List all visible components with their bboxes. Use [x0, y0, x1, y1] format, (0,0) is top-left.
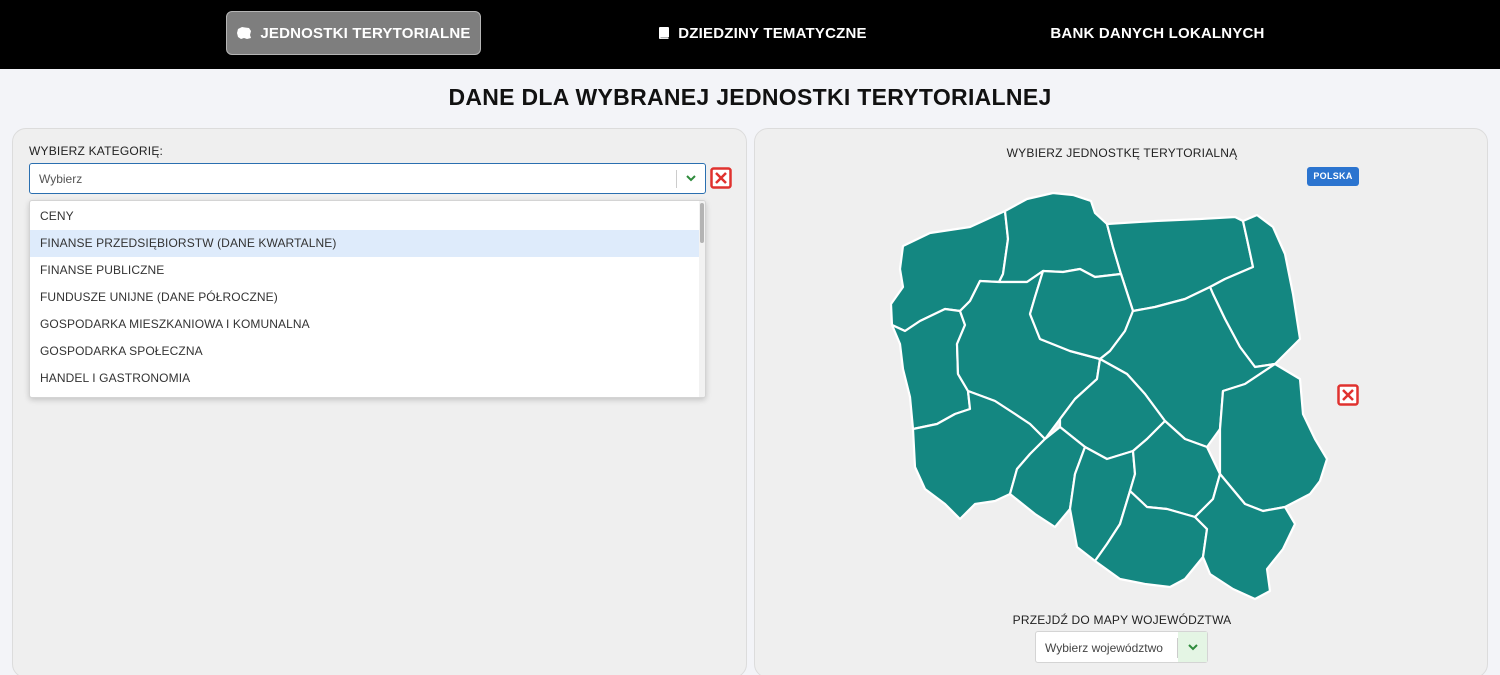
- category-select-value: Wybierz: [39, 172, 83, 186]
- voivodeship-select-value: Wybierz województwo: [1045, 641, 1163, 655]
- dropdown-option-fundusze-unijne[interactable]: FUNDUSZE UNIJNE (DANE PÓŁROCZNE): [30, 284, 701, 311]
- category-label: WYBIERZ KATEGORIĘ:: [29, 144, 164, 158]
- goto-voivodeship-label: PRZEJDŹ DO MAPY WOJEWÓDZTWA: [1012, 613, 1232, 627]
- category-select[interactable]: Wybierz: [29, 163, 706, 194]
- tab-jednostki-terytorialne[interactable]: JEDNOSTKI TERYTORIALNE: [226, 11, 481, 55]
- tab-label: BANK DANYCH LOKALNYCH: [1050, 24, 1265, 42]
- tab-label: DZIEDZINY TEMATYCZNE: [678, 24, 867, 42]
- region-lubelskie[interactable]: [1218, 362, 1329, 513]
- dropdown-scrollbar[interactable]: [699, 201, 705, 397]
- dropdown-option-finanse-przedsiebiorstw[interactable]: FINANSE PRZEDSIĘBIORSTW (DANE KWARTALNE): [30, 230, 701, 257]
- voivodeship-select[interactable]: Wybierz województwo: [1035, 631, 1208, 663]
- book-icon: [659, 26, 670, 39]
- select-separator: [676, 170, 677, 188]
- territorial-map-panel: WYBIERZ JEDNOSTKĘ TERYTORIALNĄ POLSKA PR…: [754, 128, 1488, 675]
- dropdown-option-finanse-publiczne[interactable]: FINANSE PUBLICZNE: [30, 257, 701, 284]
- category-dropdown-list: CENY FINANSE PRZEDSIĘBIORSTW (DANE KWART…: [29, 200, 706, 398]
- tab-label: JEDNOSTKI TERYTORIALNE: [260, 24, 471, 42]
- dropdown-option-handel-i-gastronomia[interactable]: HANDEL I GASTRONOMIA: [30, 365, 701, 392]
- poland-voivodeship-map: [889, 191, 1329, 601]
- category-panel: WYBIERZ KATEGORIĘ: Wybierz CENY FINANSE …: [12, 128, 747, 675]
- page-title: DANE DLA WYBRANEJ JEDNOSTKI TERYTORIALNE…: [448, 84, 1052, 110]
- tab-dziedziny-tematyczne[interactable]: DZIEDZINY TEMATYCZNE: [650, 11, 875, 55]
- dropdown-option-ceny[interactable]: CENY: [30, 203, 701, 230]
- clear-category-icon[interactable]: [710, 167, 732, 189]
- top-navigation-bar: JEDNOSTKI TERYTORIALNE DZIEDZINY TEMATYC…: [0, 0, 1500, 69]
- region-pomorskie[interactable]: [997, 191, 1123, 284]
- dropdown-option-gospodarka-spoleczna[interactable]: GOSPODARKA SPOŁECZNA: [30, 338, 701, 365]
- tab-bank-danych-lokalnych[interactable]: BANK DANYCH LOKALNYCH: [1045, 11, 1270, 55]
- dropdown-option-gospodarka-mieszkaniowa[interactable]: GOSPODARKA MIESZKANIOWA I KOMUNALNA: [30, 311, 701, 338]
- chevron-down-icon[interactable]: [685, 173, 697, 183]
- chevron-down-icon[interactable]: [1187, 642, 1199, 652]
- poland-map-icon: [237, 27, 252, 39]
- clear-map-selection-icon[interactable]: [1337, 384, 1359, 406]
- scrollbar-thumb[interactable]: [700, 203, 704, 243]
